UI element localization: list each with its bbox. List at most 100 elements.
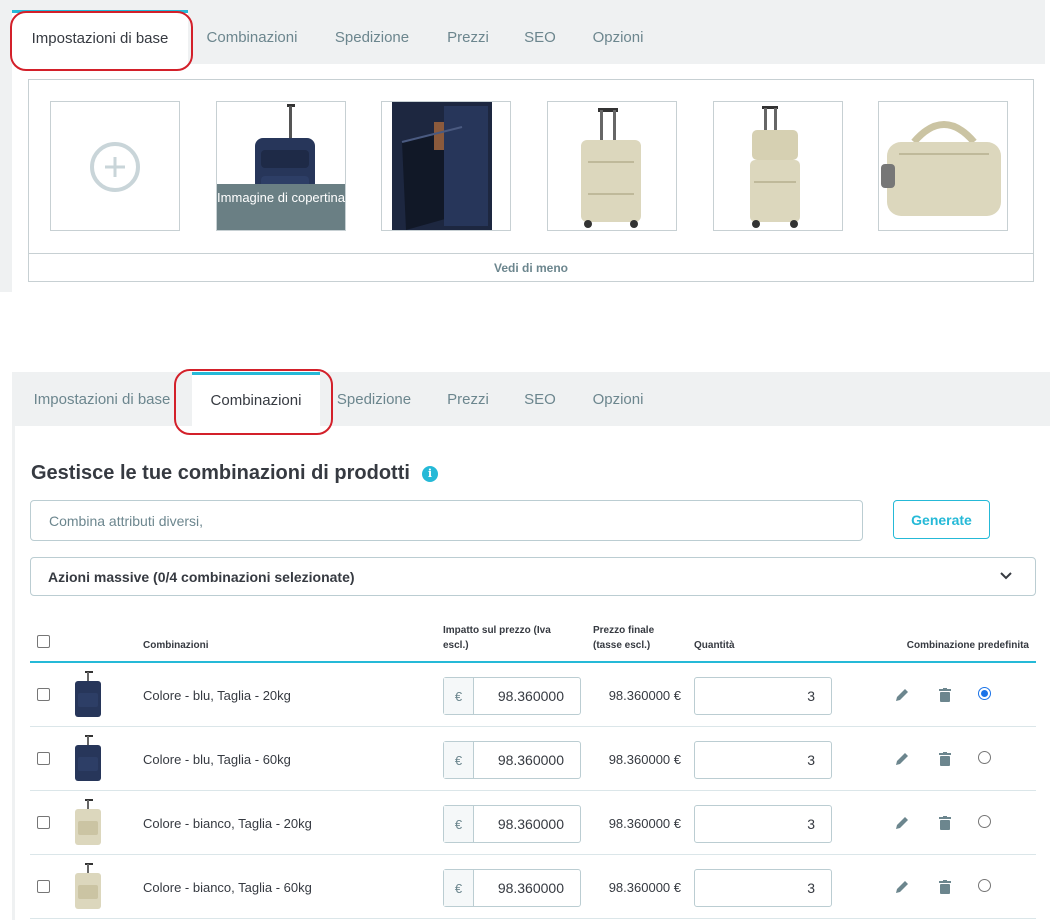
quantity-input[interactable]: 3 (694, 677, 832, 715)
quantity-value: 3 (807, 688, 815, 704)
row-checkbox[interactable] (37, 816, 50, 829)
edit-button[interactable] (895, 663, 909, 727)
header-default-combination: Combinazione predefinita (906, 640, 1029, 651)
trash-icon (939, 816, 951, 830)
tab-prices[interactable]: Prezzi (428, 10, 508, 64)
price-impact-input[interactable]: € 98.360000 (443, 741, 581, 779)
tab-options[interactable]: Opzioni (572, 10, 664, 64)
price-impact-input[interactable]: € 98.360000 (443, 677, 581, 715)
tab-shipping[interactable]: Spedizione (316, 10, 428, 64)
combination-thumbnail (75, 863, 101, 909)
default-combination-radio[interactable] (978, 687, 991, 700)
see-less-link[interactable]: Vedi di meno (29, 253, 1033, 282)
quantity-input[interactable]: 3 (694, 869, 832, 907)
currency-addon: € (444, 678, 474, 714)
delete-button[interactable] (939, 663, 951, 727)
generate-button[interactable]: Generate (893, 500, 990, 539)
combination-thumbnail (75, 735, 101, 781)
select-all-checkbox[interactable] (37, 635, 50, 648)
product-image-3[interactable] (547, 101, 677, 231)
trash-icon (939, 880, 951, 894)
currency-addon: € (444, 806, 474, 842)
row-checkbox[interactable] (37, 688, 50, 701)
combinations-section-title: Gestisce le tue combinazioni di prodotti… (31, 462, 438, 485)
bulk-actions-dropdown[interactable]: Azioni massive (0/4 combinazioni selezio… (30, 557, 1036, 596)
final-price: 98.360000 € (608, 687, 681, 703)
header-price-impact: Impatto sul prezzo (Iva escl.) (443, 625, 551, 651)
row-checkbox[interactable] (37, 880, 50, 893)
tab-prices[interactable]: Prezzi (428, 372, 508, 426)
tab-options[interactable]: Opzioni (572, 372, 664, 426)
product-image-cover[interactable]: Immagine di copertina (216, 101, 346, 231)
combination-name: Colore - blu, Taglia - 60kg (143, 751, 291, 767)
header-final-price: Prezzo finale (tasse escl.) (593, 625, 655, 651)
chevron-down-icon (1000, 572, 1012, 580)
beige-trolley-image (581, 108, 641, 228)
combination-name: Colore - bianco, Taglia - 60kg (143, 879, 312, 895)
info-icon[interactable]: i (421, 465, 438, 482)
cover-image-label: Immagine di copertina (217, 184, 345, 230)
tab-basic-settings[interactable]: Impostazioni di base (12, 10, 188, 64)
header-quantity: Quantità (694, 640, 735, 651)
product-image-4[interactable] (713, 101, 843, 231)
plus-circle-icon (90, 142, 140, 192)
add-image-button[interactable] (50, 101, 180, 231)
price-impact-input[interactable]: € 98.360000 (443, 805, 581, 843)
final-price: 98.360000 € (608, 879, 681, 895)
price-impact-value: 98.360000 (497, 688, 564, 704)
final-price: 98.360000 € (608, 751, 681, 767)
product-image-2[interactable] (381, 101, 511, 231)
quantity-value: 3 (807, 752, 815, 768)
default-combination-radio[interactable] (978, 815, 991, 828)
table-row: Colore - blu, Taglia - 20kg € 98.360000 … (30, 663, 1036, 727)
trash-icon (939, 688, 951, 702)
attributes-input[interactable] (30, 500, 863, 541)
default-combination-radio[interactable] (978, 879, 991, 892)
price-impact-input[interactable]: € 98.360000 (443, 869, 581, 907)
bottom-panel-left-edge (12, 426, 15, 920)
pencil-icon (896, 689, 908, 701)
tab-combinations[interactable]: Combinazioni (188, 10, 316, 64)
edit-button[interactable] (895, 791, 909, 855)
combination-name: Colore - bianco, Taglia - 20kg (143, 815, 312, 831)
tab-seo[interactable]: SEO (508, 372, 572, 426)
delete-button[interactable] (939, 855, 951, 919)
quantity-input[interactable]: 3 (694, 805, 832, 843)
currency-addon: € (444, 742, 474, 778)
pencil-icon (896, 753, 908, 765)
beige-trolley-bag-image (750, 106, 800, 228)
tab-seo[interactable]: SEO (508, 10, 572, 64)
quantity-input[interactable]: 3 (694, 741, 832, 779)
section-title-text: Gestisce le tue combinazioni di prodotti (31, 462, 410, 484)
default-combination-radio[interactable] (978, 751, 991, 764)
quantity-value: 3 (807, 816, 815, 832)
product-image-5[interactable] (878, 101, 1008, 231)
bottom-tab-bar: Impostazioni di base Combinazioni Spediz… (12, 372, 664, 426)
edit-button[interactable] (895, 855, 909, 919)
price-impact-value: 98.360000 (497, 752, 564, 768)
delete-button[interactable] (939, 727, 951, 791)
row-checkbox[interactable] (37, 752, 50, 765)
table-header: Combinazioni Impatto sul prezzo (Iva esc… (30, 618, 1036, 663)
pencil-icon (896, 817, 908, 829)
image-gallery: Immagine di copertina Vedi di meno (28, 79, 1034, 282)
combination-thumbnail (75, 799, 101, 845)
combination-name: Colore - blu, Taglia - 20kg (143, 687, 291, 703)
bottom-product-panel: Impostazioni di base Combinazioni Spediz… (0, 369, 1050, 920)
tab-shipping[interactable]: Spedizione (320, 372, 428, 426)
navy-bag-open-image (392, 102, 492, 230)
currency-addon: € (444, 870, 474, 906)
combination-thumbnail (75, 671, 101, 717)
delete-button[interactable] (939, 791, 951, 855)
top-tab-bar: Impostazioni di base Combinazioni Spediz… (12, 10, 664, 64)
price-impact-value: 98.360000 (497, 816, 564, 832)
table-row: Colore - bianco, Taglia - 20kg € 98.3600… (30, 791, 1036, 855)
tab-combinations[interactable]: Combinazioni (192, 372, 320, 426)
beige-travel-bag-image (881, 121, 1001, 216)
final-price: 98.360000 € (608, 815, 681, 831)
tab-basic-settings[interactable]: Impostazioni di base (12, 372, 192, 426)
trash-icon (939, 752, 951, 766)
bulk-actions-label: Azioni massive (0/4 combinazioni selezio… (48, 568, 355, 585)
edit-button[interactable] (895, 727, 909, 791)
table-row: Colore - blu, Taglia - 60kg € 98.360000 … (30, 727, 1036, 791)
